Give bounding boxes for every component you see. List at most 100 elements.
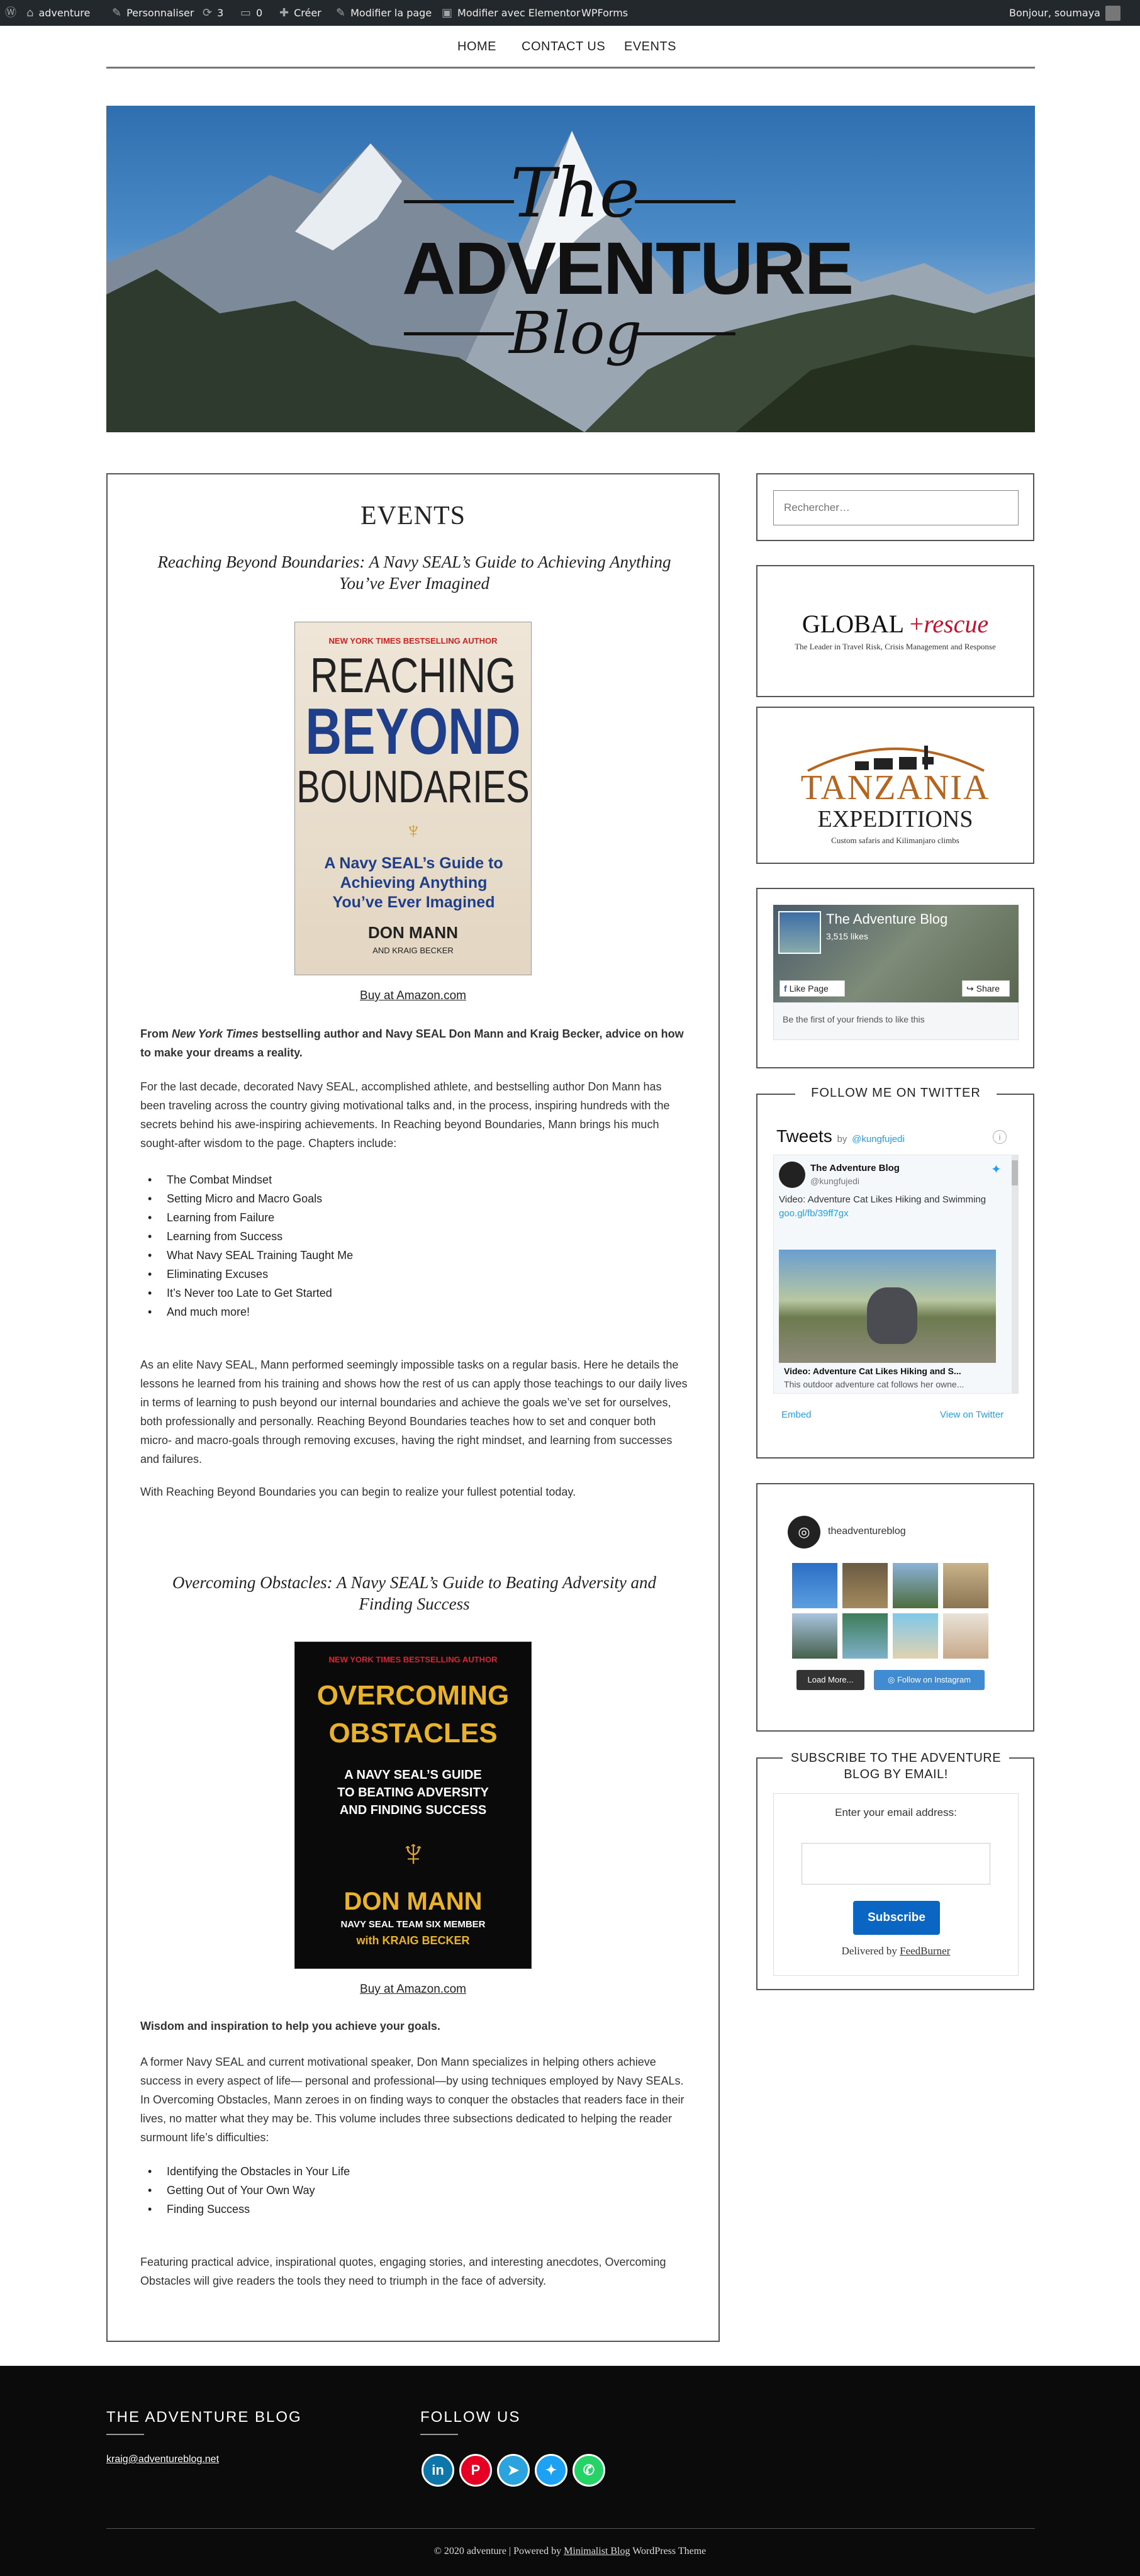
instagram-icon: ◎ bbox=[887, 1675, 897, 1684]
instagram-photo[interactable] bbox=[893, 1613, 938, 1659]
load-more-button[interactable]: Load More... bbox=[796, 1670, 864, 1690]
telegram-icon[interactable]: ➤ bbox=[497, 2454, 530, 2487]
search-input[interactable] bbox=[773, 490, 1019, 525]
tweet-image[interactable] bbox=[779, 1250, 996, 1363]
list-item: Setting Micro and Macro Goals bbox=[148, 1189, 676, 1208]
footer-title-blog: THE ADVENTURE BLOG bbox=[106, 2409, 302, 2426]
site-logo-blog[interactable]: Blog bbox=[509, 302, 642, 365]
twitter-handle-link[interactable]: @kungfujedi bbox=[852, 1134, 905, 1145]
facebook-page-card[interactable]: The Adventure Blog 3,515 likes f Like Pa… bbox=[773, 905, 1019, 1002]
elementor-icon: ▣ bbox=[442, 6, 453, 20]
admin-customize-link[interactable]: ✎ Personnaliser bbox=[112, 0, 194, 26]
plus-icon: ✚ bbox=[279, 6, 289, 20]
share-icon: ↪ bbox=[966, 983, 976, 994]
linkedin-icon[interactable]: in bbox=[422, 2454, 454, 2487]
admin-account-link[interactable]: Bonjour, soumaya bbox=[1009, 0, 1120, 26]
book1-title: Reaching Beyond Boundaries: A Navy SEAL’… bbox=[157, 552, 671, 593]
avatar bbox=[779, 1162, 805, 1188]
facebook-like-button[interactable]: f Like Page bbox=[780, 980, 845, 997]
book1-buy-link[interactable]: Buy at Amazon.com bbox=[108, 989, 718, 1003]
list-item: Getting Out of Your Own Way bbox=[148, 2181, 676, 2200]
instagram-username[interactable]: theadventureblog bbox=[828, 1526, 906, 1537]
book2-paragraph-1: A former Navy SEAL and current motivatio… bbox=[140, 2056, 685, 2144]
theme-link[interactable]: Minimalist Blog bbox=[564, 2546, 630, 2556]
site-footer: THE ADVENTURE BLOG kraig@adventureblog.n… bbox=[0, 2366, 1140, 2576]
list-item: Eliminating Excuses bbox=[148, 1265, 676, 1284]
plus-icon: + bbox=[903, 610, 924, 638]
book1-chapter-list: The Combat Mindset Setting Micro and Mac… bbox=[148, 1170, 676, 1321]
tweet-link[interactable]: goo.gl/fb/39ff7gx bbox=[779, 1208, 849, 1219]
list-item: Finding Success bbox=[148, 2200, 676, 2219]
facebook-share-button[interactable]: ↪ Share bbox=[962, 980, 1010, 997]
cat-shape bbox=[867, 1287, 917, 1344]
whatsapp-icon[interactable]: ✆ bbox=[573, 2454, 605, 2487]
nav-events[interactable]: EVENTS bbox=[624, 40, 676, 54]
twitter-icon[interactable]: ✦ bbox=[535, 2454, 567, 2487]
instagram-avatar[interactable]: ◎ bbox=[788, 1516, 820, 1548]
instagram-photo[interactable] bbox=[943, 1613, 988, 1659]
main-navigation: HOME CONTACT US EVENTS bbox=[106, 26, 1035, 69]
book2-paragraph-2: Featuring practical advice, inspirationa… bbox=[140, 2256, 666, 2287]
book1-paragraph-1: For the last decade, decorated Navy SEAL… bbox=[140, 1080, 670, 1150]
admin-wpforms-link[interactable]: WPForms bbox=[581, 0, 628, 26]
scrollbar[interactable] bbox=[1012, 1155, 1018, 1393]
admin-elementor-link[interactable]: ▣ Modifier avec Elementor bbox=[442, 0, 580, 26]
instagram-photo[interactable] bbox=[792, 1613, 837, 1659]
footer-email-link[interactable]: kraig@adventureblog.net bbox=[106, 2454, 219, 2465]
feedburner-link[interactable]: FeedBurner bbox=[900, 1945, 950, 1957]
site-logo-adventure[interactable]: ADVENTURE bbox=[402, 232, 854, 306]
email-field[interactable] bbox=[802, 1843, 990, 1884]
book2-buy-link[interactable]: Buy at Amazon.com bbox=[108, 1983, 718, 1996]
list-item: It’s Never too Late to Get Started bbox=[148, 1284, 676, 1302]
wordpress-logo-icon[interactable]: Ⓦ bbox=[5, 0, 16, 26]
nav-home[interactable]: HOME bbox=[457, 40, 496, 54]
instagram-photo[interactable] bbox=[792, 1563, 837, 1608]
instagram-photo[interactable] bbox=[943, 1563, 988, 1608]
facebook-widget: The Adventure Blog 3,515 likes f Like Pa… bbox=[756, 888, 1034, 1068]
nav-contact[interactable]: CONTACT US bbox=[522, 40, 605, 54]
instagram-photo[interactable] bbox=[842, 1563, 888, 1608]
list-item: The Combat Mindset bbox=[148, 1170, 676, 1189]
view-on-twitter-link[interactable]: View on Twitter bbox=[940, 1409, 1003, 1420]
admin-comments-link[interactable]: ▭ 0 bbox=[240, 0, 262, 26]
search-widget bbox=[756, 473, 1034, 541]
follow-instagram-button[interactable]: ◎ Follow on Instagram bbox=[874, 1670, 985, 1690]
list-item: Learning from Failure bbox=[148, 1208, 676, 1227]
site-logo-the[interactable]: The bbox=[509, 159, 641, 228]
main-content: EVENTS Reaching Beyond Boundaries: A Nav… bbox=[106, 473, 720, 2342]
list-item: And much more! bbox=[148, 1302, 676, 1321]
twitter-widget: FOLLOW ME ON TWITTER Tweets by @kungfuje… bbox=[756, 1086, 1034, 1459]
tanzania-expeditions-ad[interactable]: TANZANIA EXPEDITIONS Custom safaris and … bbox=[756, 707, 1034, 864]
home-icon: ⌂ bbox=[26, 6, 34, 20]
admin-site-link[interactable]: ⌂ adventure bbox=[26, 0, 90, 26]
subscribe-widget: SUBSCRIBE TO THE ADVENTURE BLOG BY EMAIL… bbox=[756, 1750, 1034, 1990]
facebook-icon: f bbox=[784, 983, 790, 994]
book2-list: Identifying the Obstacles in Your Life G… bbox=[148, 2162, 676, 2219]
instagram-photo[interactable] bbox=[842, 1613, 888, 1659]
pencil-icon: ✎ bbox=[336, 6, 346, 20]
embed-link[interactable]: Embed bbox=[781, 1409, 812, 1420]
book1-paragraph-3: With Reaching Beyond Boundaries you can … bbox=[140, 1486, 576, 1498]
admin-updates-link[interactable]: ⟳ 3 bbox=[203, 0, 223, 26]
book2-intro: Wisdom and inspiration to help you achie… bbox=[140, 2020, 440, 2032]
instagram-photo[interactable] bbox=[893, 1563, 938, 1608]
tweet[interactable]: The Adventure Blog @kungfujedi ✦ Video: … bbox=[773, 1155, 1019, 1394]
book2-title: Overcoming Obstacles: A Navy SEAL’s Guid… bbox=[172, 1573, 657, 1613]
book1-intro: From New York Times bestselling author a… bbox=[140, 1028, 684, 1059]
info-icon[interactable]: i bbox=[993, 1130, 1007, 1144]
admin-new-link[interactable]: ✚ Créer bbox=[279, 0, 321, 26]
header-banner: The ADVENTURE Blog bbox=[106, 106, 1035, 432]
brush-icon: ✎ bbox=[112, 6, 122, 20]
list-item: Identifying the Obstacles in Your Life bbox=[148, 2162, 676, 2181]
pinterest-icon[interactable]: P bbox=[459, 2454, 492, 2487]
twitter-bird-icon: ✦ bbox=[991, 1163, 1002, 1177]
widget-title: SUBSCRIBE TO THE ADVENTURE BLOG BY EMAIL… bbox=[783, 1750, 1009, 1783]
instagram-widget: ◎ theadventureblog Load More... ◎ Follow… bbox=[756, 1483, 1034, 1732]
refresh-icon: ⟳ bbox=[203, 6, 213, 20]
page-title: EVENTS bbox=[360, 501, 466, 530]
admin-edit-page-link[interactable]: ✎ Modifier la page bbox=[336, 0, 432, 26]
book1-cover[interactable]: NEW YORK TIMES BESTSELLING AUTHOR REACHI… bbox=[294, 622, 532, 975]
global-rescue-ad[interactable]: GLOBAL +rescue The Leader in Travel Risk… bbox=[756, 565, 1034, 697]
subscribe-button[interactable]: Subscribe bbox=[853, 1901, 940, 1935]
book2-cover[interactable]: NEW YORK TIMES BESTSELLING AUTHOR OVERCO… bbox=[294, 1642, 532, 1969]
